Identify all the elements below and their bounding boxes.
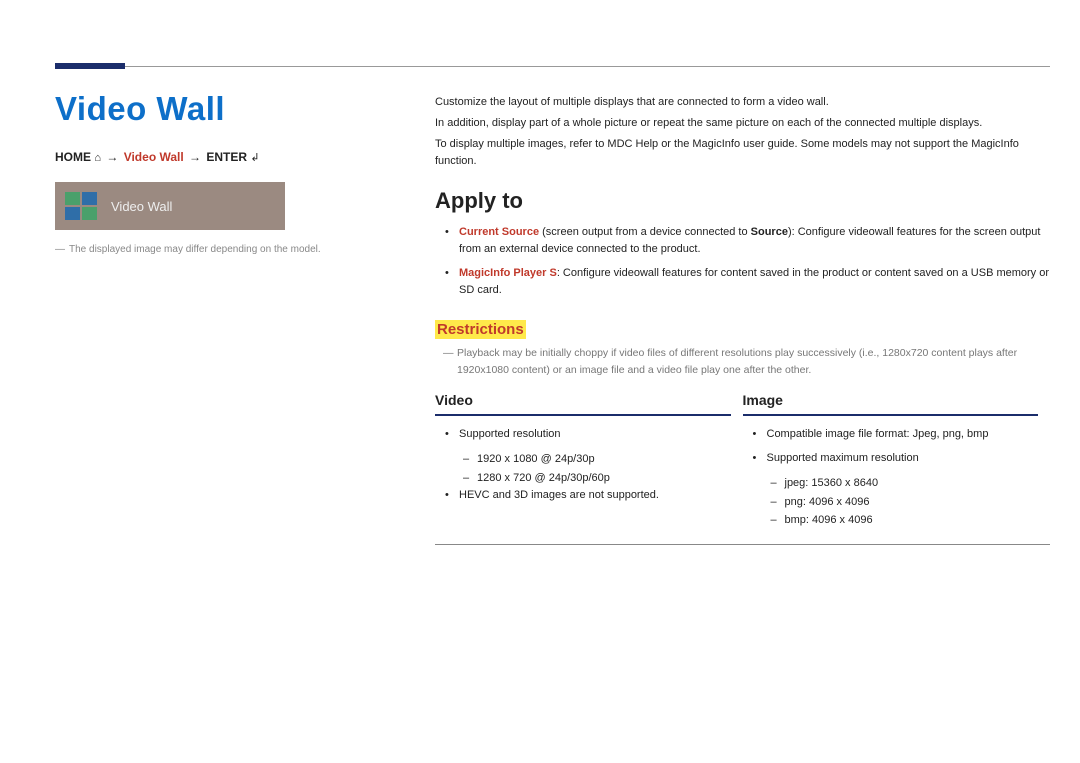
apply-item-lead: MagicInfo Player S <box>459 267 557 279</box>
video-res-720: 1280 x 720 @ 24p/30p/60p <box>435 469 731 488</box>
header-accent <box>55 63 125 69</box>
video-column: Video Supported resolution 1920 x 1080 @… <box>435 392 743 530</box>
intro-p2: In addition, display part of a whole pic… <box>435 115 1050 132</box>
video-wall-icon <box>61 186 101 226</box>
image-formats: Compatible image file format: Jpeg, png,… <box>743 426 1039 443</box>
image-heading: Image <box>743 392 1039 416</box>
menu-tile-label: Video Wall <box>111 199 172 214</box>
breadcrumb-mid: Video Wall <box>124 150 184 164</box>
arrow-icon: → <box>104 150 120 164</box>
page-title: Video Wall <box>55 90 395 128</box>
image-res-bmp: bmp: 4096 x 4096 <box>743 511 1039 530</box>
page-body: Video Wall HOME ⌂ → Video Wall → ENTER ↲… <box>0 0 1080 545</box>
enter-icon: ↲ <box>250 152 259 164</box>
apply-heading: Apply to <box>435 188 1050 214</box>
breadcrumb: HOME ⌂ → Video Wall → ENTER ↲ <box>55 150 395 164</box>
intro-p3: To display multiple images, refer to MDC… <box>435 136 1050 170</box>
video-not-supported: HEVC and 3D images are not supported. <box>435 487 731 504</box>
breadcrumb-enter: ENTER <box>206 150 247 164</box>
image-res-jpeg: jpeg: 15360 x 8640 <box>743 474 1039 493</box>
apply-item-lead: Current Source <box>459 226 539 238</box>
video-res-1080: 1920 x 1080 @ 24p/30p <box>435 450 731 469</box>
home-icon: ⌂ <box>94 152 101 164</box>
header-rule <box>55 66 1050 67</box>
video-heading: Video <box>435 392 731 416</box>
apply-list: Current Source (screen output from a dev… <box>435 224 1050 299</box>
spec-columns: Video Supported resolution 1920 x 1080 @… <box>435 392 1050 545</box>
breadcrumb-home: HOME <box>55 150 91 164</box>
apply-item-current-source: Current Source (screen output from a dev… <box>435 224 1050 258</box>
image-disclaimer: ―The displayed image may differ dependin… <box>55 244 395 255</box>
arrow-icon: → <box>187 150 203 164</box>
image-res-png: png: 4096 x 4096 <box>743 493 1039 512</box>
intro-p1: Customize the layout of multiple display… <box>435 94 1050 111</box>
video-supported-res: Supported resolution <box>435 426 731 443</box>
left-column: Video Wall HOME ⌂ → Video Wall → ENTER ↲… <box>55 90 395 545</box>
apply-item-magicinfo: MagicInfo Player S: Configure videowall … <box>435 265 1050 299</box>
image-column: Image Compatible image file format: Jpeg… <box>743 392 1051 530</box>
menu-tile: Video Wall <box>55 182 285 230</box>
right-column: Customize the layout of multiple display… <box>435 90 1050 545</box>
image-max-res: Supported maximum resolution <box>743 450 1039 467</box>
restrictions-heading: Restrictions <box>435 320 526 339</box>
apply-item-source: Source <box>751 226 788 238</box>
restrictions-note: ―Playback may be initially choppy if vid… <box>435 345 1050 378</box>
